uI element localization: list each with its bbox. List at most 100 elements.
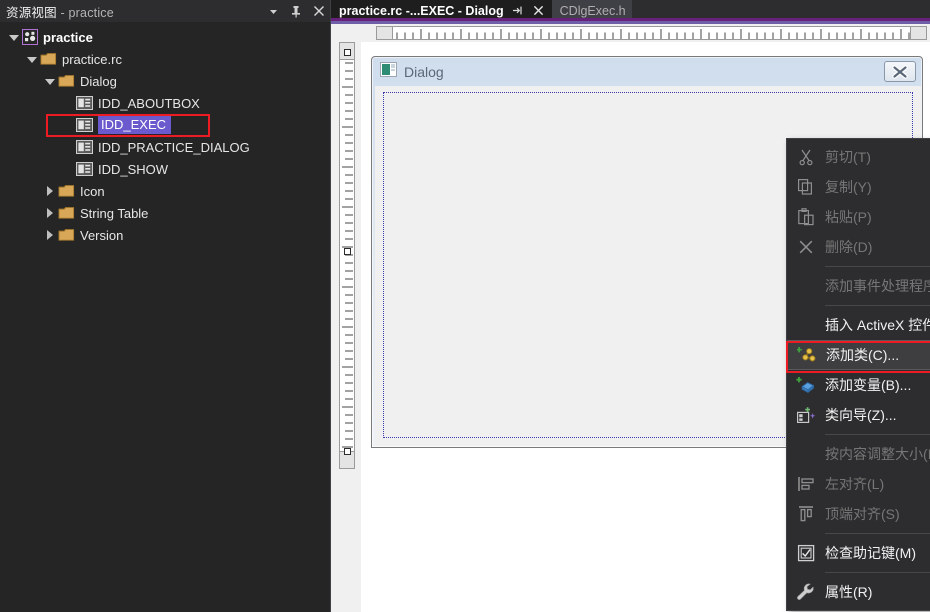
tree-item-label: Dialog	[80, 74, 117, 89]
tree-item-label: practice.rc	[62, 52, 122, 67]
cut-icon	[787, 142, 825, 172]
resource-view-panel: 资源视图 - practice	[0, 0, 331, 612]
tree-item-label: String Table	[80, 206, 148, 221]
menu-item: 剪切(T)Ctrl+X	[787, 142, 930, 172]
menu-separator	[825, 434, 930, 435]
context-menu[interactable]: 剪切(T)Ctrl+X 复制(Y)Ctrl+C 粘贴(P)Ctrl+V 删除(D…	[786, 138, 930, 611]
pin-tab-icon[interactable]	[511, 3, 525, 18]
close-tab-icon[interactable]	[532, 3, 546, 18]
selection-handle-top-left[interactable]	[344, 49, 351, 56]
menu-item[interactable]: 类向导(Z)...Ctrl+Shift+X	[787, 400, 930, 430]
align-top-icon	[787, 499, 825, 529]
tree-item-dialog[interactable]: Dialog	[0, 70, 330, 92]
pin-icon[interactable]	[289, 4, 303, 18]
menu-icon-placeholder	[787, 271, 825, 301]
menu-item-label: 属性(R)	[825, 582, 930, 602]
tree-item-label: IDD_SHOW	[98, 162, 168, 177]
twisty-collapsed-icon[interactable]	[42, 180, 58, 202]
tree-item-practice[interactable]: practice	[0, 26, 330, 48]
menu-item-label: 左对齐(L)	[825, 474, 930, 494]
folder-icon	[58, 206, 75, 220]
dialog-icon	[76, 162, 93, 176]
close-icon[interactable]	[312, 4, 326, 18]
selection-handle-bottom-left[interactable]	[344, 448, 351, 455]
horizontal-ruler[interactable]	[376, 24, 930, 42]
paste-icon	[787, 202, 825, 232]
align-left-icon	[787, 469, 825, 499]
selection-handle-middle-left[interactable]	[344, 248, 351, 255]
menu-item-label: 粘贴(P)	[825, 207, 930, 227]
twisty-spacer	[60, 92, 76, 114]
menu-item[interactable]: 检查助记键(M)Ctrl+M	[787, 538, 930, 568]
menu-item-label: 添加事件处理程序(A)...	[825, 276, 930, 296]
menu-item-label: 复制(Y)	[825, 177, 930, 197]
twisty-expanded-icon[interactable]	[24, 48, 40, 70]
menu-separator	[825, 533, 930, 534]
tab-strip: practice.rc -...EXEC - Dialog CDlgExec.h	[331, 0, 930, 21]
tree-item-idd-show[interactable]: IDD_SHOW	[0, 158, 330, 180]
tree-item-idd-exec[interactable]: IDD_EXEC	[0, 114, 330, 136]
dialog-app-icon	[380, 62, 397, 82]
app-window: 资源视图 - practice	[0, 0, 930, 612]
panel-title-main: 资源视图	[6, 6, 57, 20]
panel-title-sep: -	[57, 6, 69, 20]
menu-item: 添加事件处理程序(A)...	[787, 271, 930, 301]
solution-icon	[22, 29, 38, 45]
tab-label: practice.rc -...EXEC - Dialog	[339, 4, 504, 18]
editor-area: practice.rc -...EXEC - Dialog CDlgExec.h	[331, 0, 930, 612]
menu-item-label: 删除(D)	[825, 237, 930, 257]
vertical-ruler[interactable]	[331, 42, 361, 472]
menu-item[interactable]: 插入 ActiveX 控件(X)...	[787, 310, 930, 340]
menu-item-label: 顶端对齐(S)	[825, 504, 930, 524]
folder-icon	[58, 74, 75, 88]
dialog-close-button[interactable]	[884, 61, 916, 82]
folder-icon	[58, 228, 75, 242]
tree-item-label: Version	[80, 228, 123, 243]
tree-item-label: Icon	[80, 184, 105, 199]
dropdown-chevron-icon[interactable]	[266, 4, 280, 18]
add-class-icon	[788, 340, 826, 370]
vertical-ruler-ticks	[340, 43, 355, 469]
class-wizard-icon	[787, 400, 825, 430]
menu-item: 顶端对齐(S)Ctrl+Shift+上箭头	[787, 499, 930, 529]
add-variable-icon	[787, 370, 825, 400]
menu-item[interactable]: 添加变量(B)...	[787, 370, 930, 400]
copy-icon	[787, 172, 825, 202]
tree-item-idd-practice-dialog[interactable]: IDD_PRACTICE_DIALOG	[0, 136, 330, 158]
twisty-spacer	[60, 158, 76, 180]
menu-separator	[825, 266, 930, 267]
vertical-ruler-track	[339, 42, 355, 469]
twisty-collapsed-icon[interactable]	[42, 224, 58, 246]
folder-icon	[58, 184, 75, 198]
resource-tree[interactable]: practice practice.rc Dialog IDD_ABOUTBOX…	[0, 22, 330, 246]
twisty-spacer	[60, 114, 76, 136]
menu-item: 左对齐(L)Ctrl+Shift+左箭头	[787, 469, 930, 499]
tab-label: CDlgExec.h	[560, 4, 626, 18]
twisty-expanded-icon[interactable]	[6, 26, 22, 48]
delete-x-icon	[787, 232, 825, 262]
dialog-title-bar: Dialog	[372, 57, 922, 86]
menu-icon-placeholder	[787, 439, 825, 469]
tree-item-practice-rc[interactable]: practice.rc	[0, 48, 330, 70]
menu-item: 按内容调整大小(I)Shift+F7	[787, 439, 930, 469]
tree-item-label: IDD_ABOUTBOX	[98, 96, 200, 111]
twisty-collapsed-icon[interactable]	[42, 202, 58, 224]
tree-item-idd-aboutbox[interactable]: IDD_ABOUTBOX	[0, 92, 330, 114]
tree-item-version[interactable]: Version	[0, 224, 330, 246]
tree-item-label: practice	[43, 30, 93, 45]
menu-item-label: 检查助记键(M)	[825, 543, 930, 563]
dialog-icon	[76, 96, 93, 110]
tree-item-icon[interactable]: Icon	[0, 180, 330, 202]
menu-item-label: 按内容调整大小(I)	[825, 444, 930, 464]
menu-item-label: 添加类(C)...	[826, 345, 930, 365]
menu-item[interactable]: 属性(R)	[787, 577, 930, 607]
twisty-expanded-icon[interactable]	[42, 70, 58, 92]
panel-header-actions	[266, 0, 326, 22]
menu-item: 复制(Y)Ctrl+C	[787, 172, 930, 202]
menu-item[interactable]: 添加类(C)...	[787, 340, 930, 370]
tree-item-label: IDD_EXEC	[98, 116, 171, 134]
tree-item-string-table[interactable]: String Table	[0, 202, 330, 224]
twisty-spacer	[60, 136, 76, 158]
menu-icon-placeholder	[787, 310, 825, 340]
panel-title: 资源视图 - practice	[6, 2, 114, 21]
